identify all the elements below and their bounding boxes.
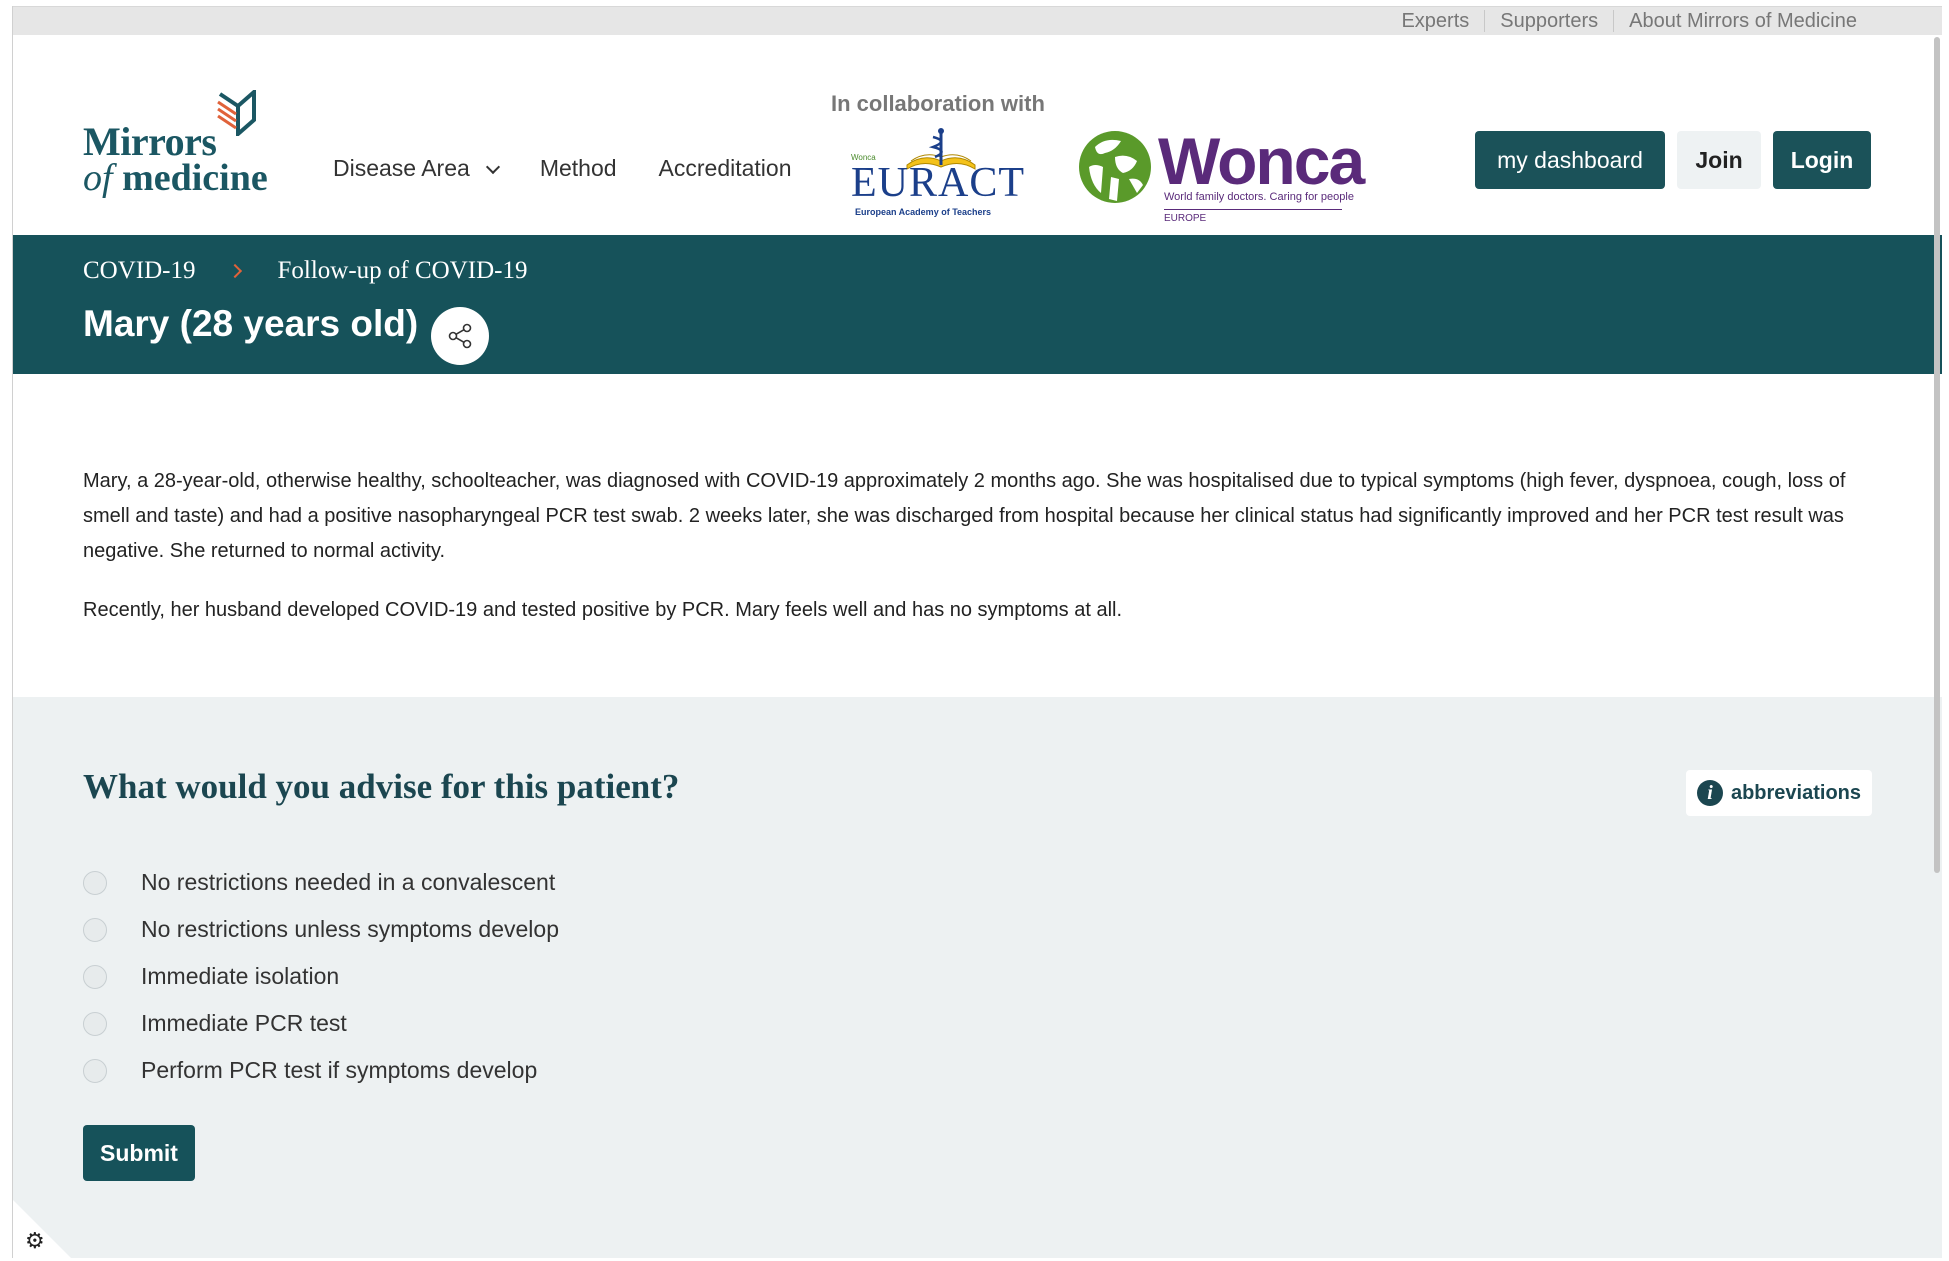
answer-option[interactable]: Immediate isolation: [83, 953, 559, 1000]
info-icon: i: [1696, 780, 1723, 806]
nav-method[interactable]: Method: [540, 155, 617, 182]
supporters-link[interactable]: Supporters: [1484, 10, 1613, 32]
browser-viewport: Experts Supporters About Mirrors of Medi…: [12, 6, 1942, 1258]
main-nav: Disease Area Method Accreditation: [333, 155, 792, 182]
nav-accreditation[interactable]: Accreditation: [659, 155, 792, 182]
gear-icon[interactable]: ⚙: [25, 1228, 45, 1254]
wonca-tagline: World family doctors. Caring for people: [1164, 191, 1354, 203]
wonca-logo[interactable]: Wonca World family doctors. Caring for p…: [1063, 123, 1365, 224]
breadcrumb-follow-up[interactable]: Follow-up of COVID-19: [278, 257, 528, 285]
share-icon: [448, 323, 472, 349]
about-link[interactable]: About Mirrors of Medicine: [1613, 10, 1872, 32]
radio-button[interactable]: [83, 917, 107, 942]
answer-options: No restrictions needed in a convalescent…: [83, 859, 559, 1094]
scrollbar-thumb[interactable]: [1934, 37, 1940, 873]
site-header: Mirrors of medicine Disease Area Method …: [13, 35, 1942, 235]
logo-book-icon: [217, 90, 256, 136]
wonca-wordmark: Wonca: [1158, 124, 1365, 198]
nav-disease-area[interactable]: Disease Area: [333, 155, 500, 182]
scrollbar[interactable]: [1932, 35, 1942, 1255]
abbreviations-button[interactable]: i abbreviations: [1686, 770, 1872, 816]
question-title: What would you advise for this patient?: [83, 767, 680, 806]
case-paragraph: Mary, a 28-year-old, otherwise healthy, …: [83, 470, 1846, 562]
join-button[interactable]: Join: [1677, 131, 1761, 189]
breadcrumb: COVID-19 Follow-up of COVID-19: [83, 257, 528, 285]
radio-button[interactable]: [83, 870, 107, 895]
wonca-globe-icon: [1079, 131, 1151, 203]
radio-button[interactable]: [83, 1011, 107, 1036]
experts-link[interactable]: Experts: [1386, 10, 1484, 32]
page-title: Mary (28 years old): [83, 303, 419, 344]
case-paragraph: Recently, her husband developed COVID-19…: [83, 599, 1123, 621]
chevron-right-icon: [227, 263, 242, 279]
radio-button[interactable]: [83, 1058, 107, 1083]
collaboration-label: In collaboration with: [831, 91, 1045, 116]
case-description: Mary, a 28-year-old, otherwise healthy, …: [13, 374, 1942, 696]
answer-option[interactable]: Perform PCR test if symptoms develop: [83, 1047, 559, 1094]
answer-option[interactable]: No restrictions unless symptoms develop: [83, 906, 559, 953]
euract-wordmark: EURACT: [851, 160, 1025, 206]
chevron-down-icon: [485, 159, 500, 174]
submit-button[interactable]: Submit: [83, 1125, 195, 1181]
my-dashboard-button[interactable]: my dashboard: [1475, 131, 1665, 189]
case-banner: COVID-19 Follow-up of COVID-19 Mary (28 …: [13, 235, 1942, 374]
abbreviations-label: abbreviations: [1730, 781, 1862, 804]
wonca-region: EUROPE: [1164, 213, 1207, 224]
breadcrumb-covid19[interactable]: COVID-19: [83, 257, 196, 285]
answer-option[interactable]: No restrictions needed in a convalescent: [83, 859, 559, 906]
login-button[interactable]: Login: [1773, 131, 1871, 189]
wonca-divider: [1164, 209, 1342, 210]
radio-button[interactable]: [83, 964, 107, 989]
euract-logo[interactable]: Wonca EURACT European Academy of Teacher…: [851, 123, 1027, 225]
share-button[interactable]: [431, 307, 489, 365]
top-utility-bar: Experts Supporters About Mirrors of Medi…: [13, 6, 1942, 35]
logo-text-medicine: of medicine: [83, 157, 268, 199]
question-section: What would you advise for this patient? …: [13, 697, 1942, 1258]
answer-option[interactable]: Immediate PCR test: [83, 1000, 559, 1047]
euract-subtitle: European Academy of Teachers: [855, 207, 992, 217]
site-logo[interactable]: Mirrors of medicine: [83, 90, 283, 210]
